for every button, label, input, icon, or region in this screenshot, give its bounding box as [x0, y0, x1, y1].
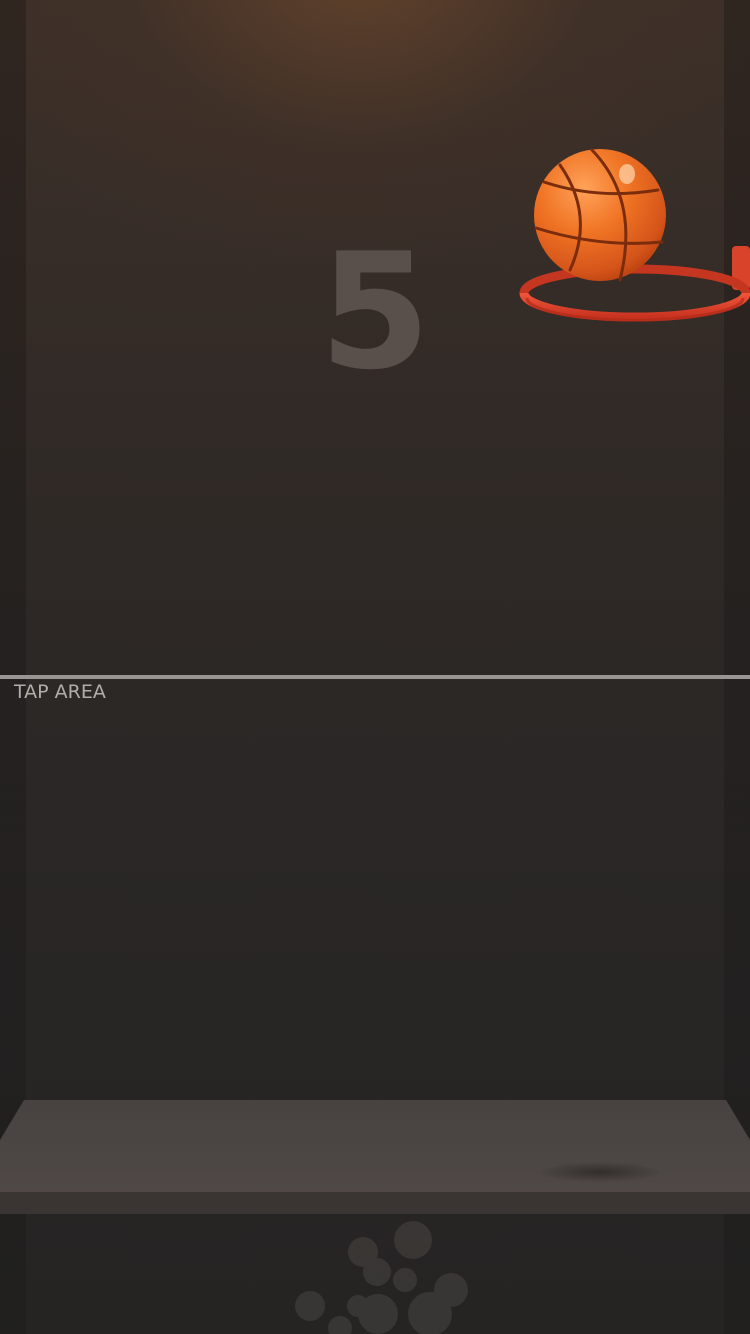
bokeh-particles: [295, 1221, 468, 1334]
game-screen: 5 TAP AREA: [0, 0, 750, 1334]
basketball-icon: [534, 148, 666, 282]
rim-back: [519, 264, 750, 294]
hoop-rim-icon: [519, 292, 750, 322]
hoop-and-ball: [519, 148, 750, 322]
ball-shadow: [540, 1162, 660, 1182]
tap-area[interactable]: [0, 679, 750, 1099]
